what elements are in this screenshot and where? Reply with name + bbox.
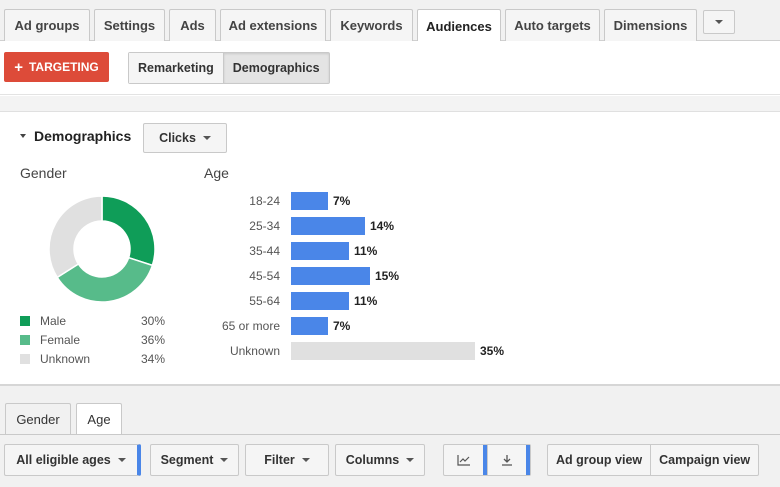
targeting-label: TARGETING	[28, 60, 99, 74]
donut-slice-male	[101, 195, 156, 267]
age-label: 65 or more	[221, 319, 280, 333]
age-bar	[291, 317, 328, 335]
tab-bar: Ad groups Settings Ads Ad extensions Key…	[0, 0, 780, 42]
age-value: 15%	[375, 269, 400, 283]
panel-title: Demographics	[34, 128, 132, 144]
chevron-down-icon	[715, 20, 723, 24]
legend-value: 36%	[140, 333, 165, 347]
legend-row-female: Female 36%	[20, 332, 165, 348]
legend-label: Female	[40, 333, 81, 347]
tab-underline	[0, 434, 780, 435]
more-tabs-button[interactable]	[703, 10, 735, 34]
segment-dropdown[interactable]: Segment	[150, 444, 239, 476]
chevron-down-icon	[117, 458, 126, 462]
metric-dropdown-label: Clicks	[159, 131, 196, 145]
legend-value: 34%	[140, 352, 165, 366]
legend-label: Unknown	[40, 352, 91, 366]
age-label: 18-24	[249, 194, 280, 208]
gender-donut-chart	[48, 195, 156, 303]
remarketing-button[interactable]: Remarketing	[129, 53, 223, 83]
filter-label: Filter	[264, 453, 295, 467]
age-bar	[291, 192, 328, 210]
age-value: 7%	[333, 319, 351, 333]
tab-gender[interactable]: Gender	[5, 403, 71, 434]
tab-keywords[interactable]: Keywords	[330, 9, 413, 41]
action-bar: + TARGETING Remarketing Demographics	[0, 41, 780, 95]
tab-auto-targets[interactable]: Auto targets	[505, 9, 600, 41]
legend-row-unknown: Unknown 34%	[20, 351, 165, 367]
collapse-triangle-icon	[20, 134, 26, 138]
legend-swatch	[20, 335, 30, 345]
tab-age[interactable]: Age	[76, 403, 122, 435]
chevron-down-icon	[406, 458, 415, 462]
panel-collapse-toggle[interactable]: Demographics	[20, 128, 131, 144]
columns-dropdown[interactable]: Columns	[335, 444, 425, 476]
age-label: 35-44	[249, 244, 280, 258]
tab-ad-extensions[interactable]: Ad extensions	[220, 9, 326, 41]
eligible-ages-dropdown[interactable]: All eligible ages	[4, 444, 141, 476]
download-button[interactable]	[487, 445, 530, 475]
age-bar	[291, 292, 349, 310]
toggle-graph-button[interactable]	[444, 445, 487, 475]
donut-slice-unknown	[48, 195, 103, 279]
eligible-ages-label: All eligible ages	[16, 453, 111, 467]
campaign-view-button[interactable]: Campaign view	[650, 445, 758, 475]
age-label: 25-34	[249, 219, 280, 233]
filter-dropdown[interactable]: Filter	[245, 444, 329, 476]
demographics-button[interactable]: Demographics	[222, 53, 329, 83]
age-bar	[291, 267, 370, 285]
age-bar	[291, 342, 475, 360]
legend-swatch	[20, 316, 30, 326]
age-heading: Age	[204, 165, 229, 181]
legend-value: 30%	[140, 314, 165, 328]
tab-settings[interactable]: Settings	[94, 9, 165, 41]
age-value: 35%	[480, 344, 505, 358]
age-label: Unknown	[229, 344, 280, 358]
view-toggle-group: Ad group view Campaign view	[547, 444, 760, 476]
legend-swatch	[20, 354, 30, 364]
legend-row-male: Male 30%	[20, 313, 165, 329]
age-value: 11%	[354, 294, 378, 308]
age-label: 55-64	[249, 294, 280, 308]
audience-type-toggle: Remarketing Demographics	[128, 52, 330, 84]
gender-heading: Gender	[20, 165, 67, 181]
tab-ads[interactable]: Ads	[169, 9, 216, 41]
add-targeting-button[interactable]: + TARGETING	[4, 52, 109, 82]
plus-icon: +	[14, 58, 23, 76]
age-bar	[291, 217, 365, 235]
age-bar	[291, 242, 349, 260]
age-value: 11%	[354, 244, 378, 258]
segment-label: Segment	[160, 453, 214, 467]
age-label: 45-54	[249, 269, 280, 283]
tab-ad-groups[interactable]: Ad groups	[4, 9, 90, 41]
chevron-down-icon	[301, 458, 310, 462]
download-icon	[502, 455, 512, 466]
chevron-down-icon	[202, 136, 211, 140]
metric-dropdown[interactable]: Clicks	[143, 123, 227, 153]
legend-label: Male	[40, 314, 67, 328]
age-value: 7%	[333, 194, 351, 208]
chevron-down-icon	[220, 458, 229, 462]
line-chart-icon	[456, 455, 470, 466]
age-value: 14%	[370, 219, 395, 233]
columns-label: Columns	[345, 453, 400, 467]
ad-group-view-button[interactable]: Ad group view	[548, 445, 650, 475]
divider-band	[0, 96, 780, 112]
tab-audiences[interactable]: Audiences	[417, 9, 501, 42]
chart-download-group	[443, 444, 531, 476]
tab-dimensions[interactable]: Dimensions	[604, 9, 697, 41]
